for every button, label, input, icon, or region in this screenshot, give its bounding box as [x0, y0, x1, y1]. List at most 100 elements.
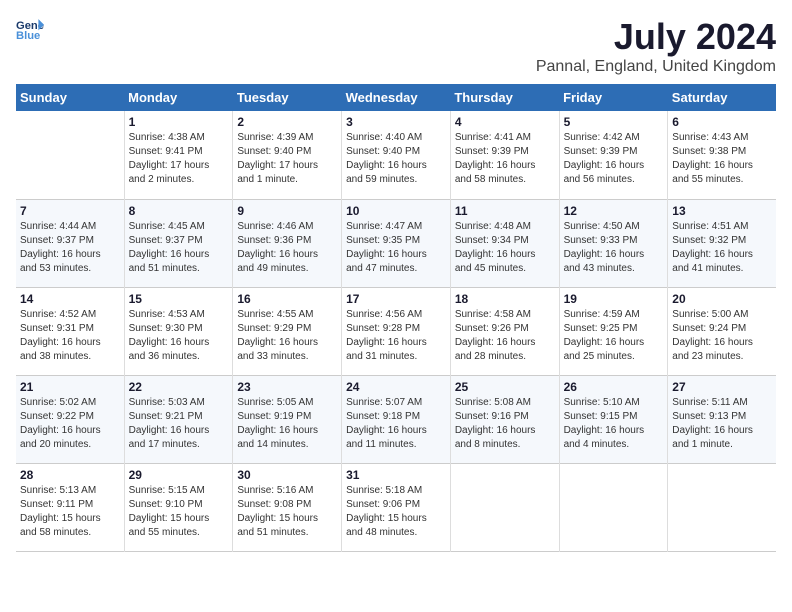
day-info: Sunrise: 5:15 AM Sunset: 9:10 PM Dayligh…: [129, 484, 229, 540]
day-number: 7: [20, 204, 120, 218]
calendar-cell: 12 Sunrise: 4:50 AM Sunset: 9:33 PM Dayli…: [559, 199, 668, 287]
calendar-cell: 27 Sunrise: 5:11 AM Sunset: 9:13 PM Dayli…: [668, 375, 776, 463]
day-info: Sunrise: 4:56 AM Sunset: 9:28 PM Dayligh…: [346, 308, 446, 364]
day-info: Sunrise: 4:39 AM Sunset: 9:40 PM Dayligh…: [237, 131, 337, 187]
day-info: Sunrise: 5:18 AM Sunset: 9:06 PM Dayligh…: [346, 484, 446, 540]
calendar-cell: 17 Sunrise: 4:56 AM Sunset: 9:28 PM Dayli…: [342, 287, 451, 375]
day-info: Sunrise: 4:40 AM Sunset: 9:40 PM Dayligh…: [346, 131, 446, 187]
day-number: 23: [237, 380, 337, 394]
day-number: 3: [346, 115, 446, 129]
calendar-cell: 28Sunrise: 5:13 AM Sunset: 9:11 PM Dayli…: [16, 463, 124, 551]
calendar-cell: 29 Sunrise: 5:15 AM Sunset: 9:10 PM Dayli…: [124, 463, 233, 551]
day-number: 8: [129, 204, 229, 218]
week-row-1: 1Sunrise: 4:38 AM Sunset: 9:41 PM Daylig…: [16, 111, 776, 199]
day-number: 17: [346, 292, 446, 306]
day-info: Sunrise: 4:51 AM Sunset: 9:32 PM Dayligh…: [672, 220, 772, 276]
day-info: Sunrise: 5:00 AM Sunset: 9:24 PM Dayligh…: [672, 308, 772, 364]
calendar-cell: 25Sunrise: 5:08 AM Sunset: 9:16 PM Dayli…: [450, 375, 559, 463]
day-info: Sunrise: 5:11 AM Sunset: 9:13 PM Dayligh…: [672, 396, 772, 452]
day-number: 12: [564, 204, 664, 218]
day-number: 1: [129, 115, 229, 129]
day-info: Sunrise: 4:50 AM Sunset: 9:33 PM Dayligh…: [564, 220, 664, 276]
day-number: 27: [672, 380, 772, 394]
calendar-cell: 13 Sunrise: 4:51 AM Sunset: 9:32 PM Dayli…: [668, 199, 776, 287]
day-info: Sunrise: 5:13 AM Sunset: 9:11 PM Dayligh…: [20, 484, 120, 540]
day-info: Sunrise: 4:47 AM Sunset: 9:35 PM Dayligh…: [346, 220, 446, 276]
day-info: Sunrise: 4:44 AM Sunset: 9:37 PM Dayligh…: [20, 220, 120, 276]
day-number: 2: [237, 115, 337, 129]
day-number: 24: [346, 380, 446, 394]
page-header: General Blue July 2024 Pannal, England, …: [16, 16, 776, 76]
day-info: Sunrise: 4:55 AM Sunset: 9:29 PM Dayligh…: [237, 308, 337, 364]
day-number: 22: [129, 380, 229, 394]
weekday-header-friday: Friday: [559, 84, 668, 111]
day-info: Sunrise: 4:58 AM Sunset: 9:26 PM Dayligh…: [455, 308, 555, 364]
day-number: 19: [564, 292, 664, 306]
calendar-cell: 31 Sunrise: 5:18 AM Sunset: 9:06 PM Dayli…: [342, 463, 451, 551]
calendar-cell: 9 Sunrise: 4:46 AM Sunset: 9:36 PM Daylig…: [233, 199, 342, 287]
day-info: Sunrise: 5:05 AM Sunset: 9:19 PM Dayligh…: [237, 396, 337, 452]
day-number: 4: [455, 115, 555, 129]
calendar-cell: 11Sunrise: 4:48 AM Sunset: 9:34 PM Dayli…: [450, 199, 559, 287]
day-info: Sunrise: 4:59 AM Sunset: 9:25 PM Dayligh…: [564, 308, 664, 364]
calendar-cell: 2 Sunrise: 4:39 AM Sunset: 9:40 PM Daylig…: [233, 111, 342, 199]
day-info: Sunrise: 5:07 AM Sunset: 9:18 PM Dayligh…: [346, 396, 446, 452]
day-number: 14: [20, 292, 120, 306]
calendar-cell: 6 Sunrise: 4:43 AM Sunset: 9:38 PM Daylig…: [668, 111, 776, 199]
day-info: Sunrise: 5:16 AM Sunset: 9:08 PM Dayligh…: [237, 484, 337, 540]
calendar-cell: 10 Sunrise: 4:47 AM Sunset: 9:35 PM Dayli…: [342, 199, 451, 287]
calendar-cell: 8Sunrise: 4:45 AM Sunset: 9:37 PM Daylig…: [124, 199, 233, 287]
weekday-header-thursday: Thursday: [450, 84, 559, 111]
day-info: Sunrise: 5:10 AM Sunset: 9:15 PM Dayligh…: [564, 396, 664, 452]
day-number: 15: [129, 292, 229, 306]
calendar-cell: 7 Sunrise: 4:44 AM Sunset: 9:37 PM Daylig…: [16, 199, 124, 287]
calendar-cell: 18 Sunrise: 4:58 AM Sunset: 9:26 PM Dayli…: [450, 287, 559, 375]
week-row-3: 14 Sunrise: 4:52 AM Sunset: 9:31 PM Dayli…: [16, 287, 776, 375]
calendar-cell: [16, 111, 124, 199]
logo: General Blue: [16, 16, 44, 44]
day-number: 11: [455, 204, 555, 218]
day-info: Sunrise: 4:52 AM Sunset: 9:31 PM Dayligh…: [20, 308, 120, 364]
calendar-cell: 20 Sunrise: 5:00 AM Sunset: 9:24 PM Dayli…: [668, 287, 776, 375]
day-number: 6: [672, 115, 772, 129]
calendar-cell: [450, 463, 559, 551]
calendar-cell: [668, 463, 776, 551]
day-number: 30: [237, 468, 337, 482]
title-block: July 2024 Pannal, England, United Kingdo…: [536, 16, 776, 76]
week-row-2: 7 Sunrise: 4:44 AM Sunset: 9:37 PM Daylig…: [16, 199, 776, 287]
day-number: 9: [237, 204, 337, 218]
day-info: Sunrise: 4:46 AM Sunset: 9:36 PM Dayligh…: [237, 220, 337, 276]
day-info: Sunrise: 4:41 AM Sunset: 9:39 PM Dayligh…: [455, 131, 555, 187]
day-number: 20: [672, 292, 772, 306]
day-info: Sunrise: 4:53 AM Sunset: 9:30 PM Dayligh…: [129, 308, 229, 364]
calendar-table: SundayMondayTuesdayWednesdayThursdayFrid…: [16, 84, 776, 552]
weekday-header-saturday: Saturday: [668, 84, 776, 111]
day-number: 29: [129, 468, 229, 482]
calendar-cell: 24 Sunrise: 5:07 AM Sunset: 9:18 PM Dayli…: [342, 375, 451, 463]
header-row: SundayMondayTuesdayWednesdayThursdayFrid…: [16, 84, 776, 111]
day-number: 18: [455, 292, 555, 306]
day-info: Sunrise: 4:43 AM Sunset: 9:38 PM Dayligh…: [672, 131, 772, 187]
day-number: 5: [564, 115, 664, 129]
weekday-header-tuesday: Tuesday: [233, 84, 342, 111]
day-number: 10: [346, 204, 446, 218]
calendar-cell: 23 Sunrise: 5:05 AM Sunset: 9:19 PM Dayli…: [233, 375, 342, 463]
weekday-header-wednesday: Wednesday: [342, 84, 451, 111]
weekday-header-monday: Monday: [124, 84, 233, 111]
calendar-cell: 3 Sunrise: 4:40 AM Sunset: 9:40 PM Daylig…: [342, 111, 451, 199]
logo-icon: General Blue: [16, 16, 44, 44]
week-row-5: 28Sunrise: 5:13 AM Sunset: 9:11 PM Dayli…: [16, 463, 776, 551]
main-title: July 2024: [536, 16, 776, 58]
day-number: 31: [346, 468, 446, 482]
day-number: 21: [20, 380, 120, 394]
calendar-cell: 1Sunrise: 4:38 AM Sunset: 9:41 PM Daylig…: [124, 111, 233, 199]
calendar-cell: 26Sunrise: 5:10 AM Sunset: 9:15 PM Dayli…: [559, 375, 668, 463]
calendar-cell: 15 Sunrise: 4:53 AM Sunset: 9:30 PM Dayli…: [124, 287, 233, 375]
calendar-cell: 19 Sunrise: 4:59 AM Sunset: 9:25 PM Dayli…: [559, 287, 668, 375]
day-number: 25: [455, 380, 555, 394]
subtitle: Pannal, England, United Kingdom: [536, 58, 776, 76]
calendar-cell: 14 Sunrise: 4:52 AM Sunset: 9:31 PM Dayli…: [16, 287, 124, 375]
day-number: 13: [672, 204, 772, 218]
calendar-cell: 5 Sunrise: 4:42 AM Sunset: 9:39 PM Daylig…: [559, 111, 668, 199]
day-info: Sunrise: 4:42 AM Sunset: 9:39 PM Dayligh…: [564, 131, 664, 187]
